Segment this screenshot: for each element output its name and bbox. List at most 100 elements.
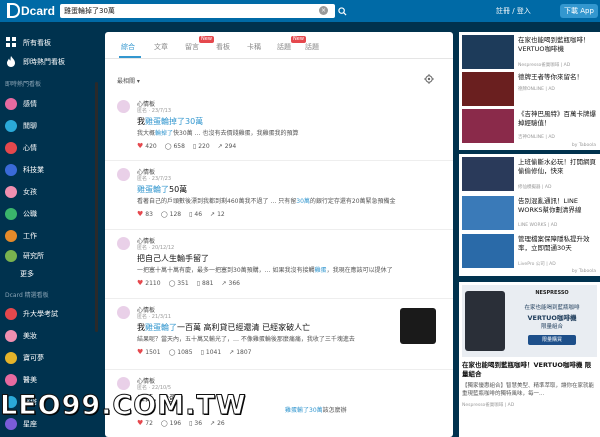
- tab-all[interactable]: 綜合: [121, 42, 135, 52]
- save-count[interactable]: ▯ 881: [197, 280, 214, 287]
- promo-ad-card[interactable]: NESPRESSO 在家也能喝到藍瓶咖啡 VERTUO咖啡機 限量組合 限量購買…: [459, 282, 600, 437]
- post-title[interactable]: 我雞蛋輪掉了30萬: [137, 116, 203, 127]
- save-count[interactable]: ▯ 46: [189, 211, 202, 218]
- tab-topics-2[interactable]: 話題: [305, 42, 319, 52]
- sidebar-item-board[interactable]: 科技業: [5, 163, 44, 177]
- post-title[interactable]: 我雞蛋輪了一百萬 高利貸已經還清 已經家破人亡: [137, 322, 310, 333]
- post-thumbnail[interactable]: [400, 308, 436, 344]
- like-count[interactable]: ♥ 2110: [137, 279, 161, 287]
- promo-title[interactable]: 在家也能喝到藍瓶咖啡！VERTUO咖啡機 限量組合: [462, 361, 597, 379]
- comment-icon: ◯: [160, 210, 168, 218]
- tab-topics[interactable]: 話題: [277, 42, 291, 52]
- share-count[interactable]: ↗ 1807: [229, 349, 251, 356]
- active-tab-indicator: [119, 56, 141, 58]
- sidebar-scrollbar[interactable]: [95, 82, 98, 332]
- sidebar-item-board[interactable]: 醫美: [5, 373, 37, 387]
- ad-title[interactable]: 《吉神巴風特》百萬卡牌爆掉經驗值！: [518, 110, 598, 128]
- tab-boards[interactable]: 看板: [216, 42, 230, 52]
- ad-title[interactable]: 在家也能喝到藍瓶咖啡！VERTUO咖啡機: [518, 36, 598, 54]
- ad-title[interactable]: 告別混亂通訊！LINE WORKS幫你劃清界線: [518, 197, 598, 215]
- search-input[interactable]: 雞蛋輪掉了30萬 ×: [60, 4, 335, 18]
- gear-icon[interactable]: [424, 74, 434, 84]
- sidebar-item-label: 所有看板: [23, 39, 51, 47]
- post-item[interactable]: 心情板 匿名 · 21/3/11 我雞蛋輪了一百萬 高利貸已經還清 已經家破人亡…: [105, 300, 453, 370]
- sidebar-item-label: 心情: [23, 144, 37, 152]
- sidebar-item-board[interactable]: 工作: [5, 229, 37, 243]
- board-avatar-icon: [5, 230, 17, 242]
- comment-count[interactable]: ◯ 351: [169, 280, 189, 287]
- sidebar-item-board[interactable]: 升大學考試: [5, 307, 58, 321]
- ad-image[interactable]: [462, 72, 514, 106]
- comment-count[interactable]: ◯ 128: [161, 211, 181, 218]
- promo-banner[interactable]: NESPRESSO 在家也能喝到藍瓶咖啡 VERTUO咖啡機 限量組合 限量購買: [462, 285, 597, 357]
- ad-item[interactable]: 上班偷斷水必玩！打開網頁偷偷修仙，快來 修仙模擬器 | AD: [459, 157, 600, 193]
- ad-image[interactable]: [462, 35, 514, 69]
- dcard-logo[interactable]: Dcard: [7, 3, 55, 18]
- logo-mark-icon: [7, 3, 20, 18]
- sidebar-item-board[interactable]: 閒聊: [5, 119, 37, 133]
- post-excerpt: 結果呢？當天內，五十萬又輸光了，… 不像雞蛋輪後那麼痛痛，我收了三千塊進去: [137, 336, 355, 343]
- post-item[interactable]: 心情板 匿名 · 23/7/13 我雞蛋輪掉了30萬 我大概輪掉了快30萬 … …: [105, 94, 453, 161]
- sidebar-item-board[interactable]: 感情: [5, 97, 37, 111]
- ad-source: LINE WORKS | AD: [518, 223, 558, 228]
- ad-image[interactable]: [462, 109, 514, 143]
- tab-articles[interactable]: 文章: [154, 42, 168, 52]
- post-item[interactable]: 心情板 匿名 · 23/7/23 雞蛋輪了50萬 看著自己的戶頭數後漂到我都到剩…: [105, 162, 453, 230]
- promo-cta-button[interactable]: 限量購買: [528, 335, 576, 345]
- sidebar-item-board[interactable]: 研究所: [5, 249, 44, 263]
- ad-image[interactable]: [462, 157, 514, 191]
- like-count[interactable]: ♥ 1501: [137, 348, 161, 356]
- sidebar-item-board[interactable]: 美妝: [5, 329, 37, 343]
- tab-personas[interactable]: 卡稱: [247, 42, 261, 52]
- board-avatar-icon: [5, 250, 17, 262]
- sidebar-item-hot-boards[interactable]: 即時熱門看板: [5, 55, 65, 69]
- ad-item[interactable]: 在家也能喝到藍瓶咖啡！VERTUO咖啡機 Nespresso雀巢咖啡 | AD: [459, 35, 600, 71]
- share-count[interactable]: ↗ 366: [222, 280, 240, 287]
- comment-count[interactable]: ◯ 658: [165, 143, 185, 150]
- ad-item[interactable]: 管理檔案保障隱私提升效率，立即開通30天 LivePro 公司 | AD: [459, 234, 600, 270]
- ad-image[interactable]: [462, 196, 514, 230]
- comment-count[interactable]: ◯ 1085: [169, 349, 193, 356]
- sidebar-item-board[interactable]: 心情: [5, 141, 37, 155]
- sidebar-item-label: 美妝: [23, 332, 37, 340]
- heart-icon: ♥: [137, 279, 144, 287]
- tab-comments[interactable]: 留言: [185, 42, 199, 52]
- board-avatar-icon: [5, 142, 17, 154]
- sidebar-item-board[interactable]: 寶可夢: [5, 351, 44, 365]
- save-count[interactable]: ▯ 1041: [201, 349, 222, 356]
- comment-icon: ◯: [168, 348, 176, 356]
- ad-item[interactable]: 德牌王者等你來留名！ 德牌ONLINE | AD: [459, 72, 600, 108]
- post-title[interactable]: 把自己人生輸手留了: [137, 253, 209, 264]
- like-count[interactable]: ♥ 83: [137, 210, 153, 218]
- post-title[interactable]: 雞蛋輪了50萬: [137, 184, 187, 195]
- share-count[interactable]: ↗ 294: [218, 143, 236, 150]
- search-button[interactable]: [334, 4, 350, 18]
- ad-title[interactable]: 上班偷斷水必玩！打開網頁偷偷修仙，快來: [518, 158, 598, 176]
- ad-item[interactable]: 告別混亂通訊！LINE WORKS幫你劃清界線 LINE WORKS | AD: [459, 196, 600, 232]
- taboola-credit[interactable]: by Taboola: [572, 269, 596, 274]
- ad-title[interactable]: 管理檔案保障隱私提升效率，立即開通30天: [518, 235, 598, 253]
- sidebar-item-board[interactable]: 公職: [5, 207, 37, 221]
- sidebar-more-link[interactable]: 更多: [20, 267, 34, 281]
- sidebar-item-board[interactable]: 女孩: [5, 185, 37, 199]
- bookmark-icon: ▯: [200, 348, 204, 356]
- coffee-machine-image: [465, 291, 505, 351]
- save-count[interactable]: ▯ 220: [193, 143, 210, 150]
- sort-dropdown[interactable]: 最相關 ▾: [117, 76, 140, 85]
- sidebar-item-all-boards[interactable]: 所有看板: [5, 36, 51, 50]
- ad-image[interactable]: [462, 234, 514, 268]
- login-link[interactable]: 註冊 / 登入: [496, 6, 531, 16]
- bookmark-icon: ▯: [189, 210, 193, 218]
- sidebar-item-label: 寶可夢: [23, 354, 44, 362]
- clear-icon[interactable]: ×: [319, 6, 328, 15]
- ad-item[interactable]: 《吉神巴風特》百萬卡牌爆掉經驗值！ 吉神ONLINE | AD: [459, 109, 600, 145]
- taboola-credit[interactable]: by Taboola: [572, 143, 596, 148]
- download-app-button[interactable]: 下載 App: [560, 4, 598, 18]
- board-avatar-icon: [5, 186, 17, 198]
- post-item[interactable]: 心情板 匿名 · 20/12/12 把自己人生輸手留了 一把塞十萬十萬有慶，最多…: [105, 231, 453, 299]
- like-count[interactable]: ♥ 420: [137, 142, 157, 150]
- share-count[interactable]: ↗ 12: [210, 211, 225, 218]
- ad-source: 德牌ONLINE | AD: [518, 87, 555, 92]
- ad-title[interactable]: 德牌王者等你來留名！: [518, 73, 598, 82]
- fire-icon: [5, 56, 17, 68]
